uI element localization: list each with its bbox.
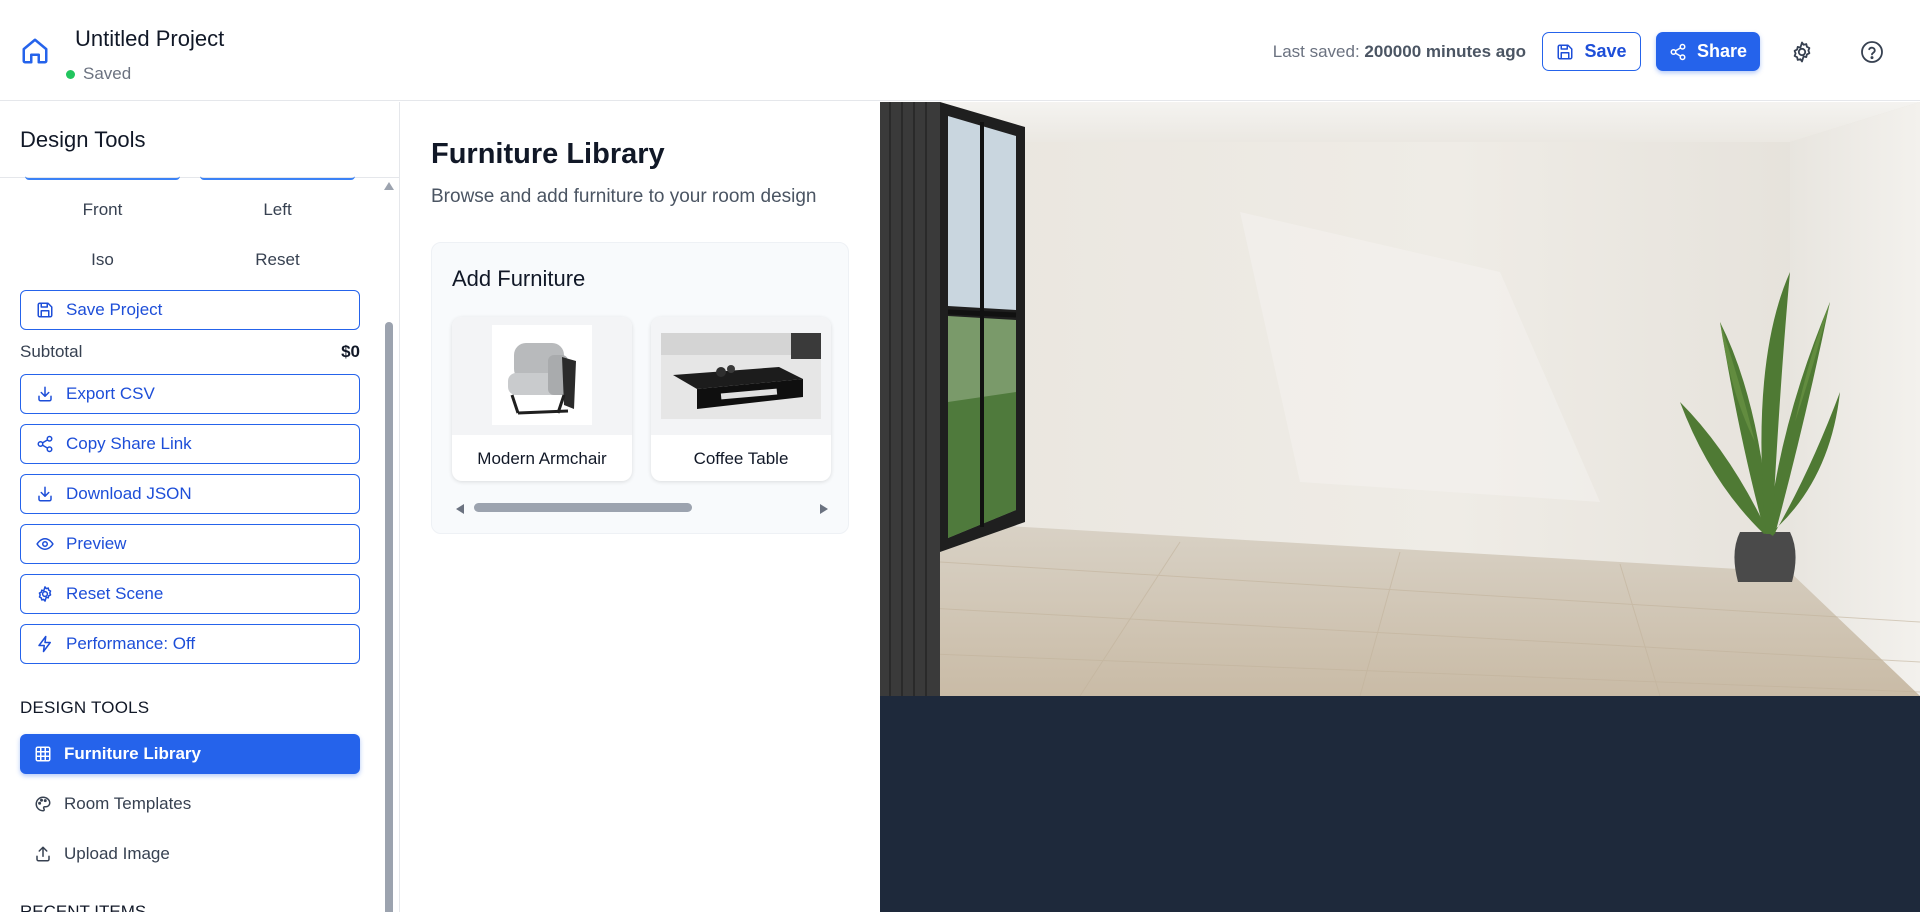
save-button-label: Save <box>1584 41 1627 61</box>
sidebar-scroll-thumb[interactable] <box>385 322 393 912</box>
share-icon <box>1670 43 1686 60</box>
save-project-button[interactable]: Save Project <box>20 290 360 330</box>
clipped-button-edge <box>25 176 180 180</box>
furniture-item-name: Coffee Table <box>693 449 789 468</box>
view-left-button[interactable]: Left <box>195 190 360 230</box>
save-status: Saved <box>66 64 131 84</box>
furniture-item-name: Modern Armchair <box>477 449 607 468</box>
nav-item-label: Upload Image <box>64 844 170 863</box>
horizontal-scroll-thumb[interactable] <box>474 503 692 512</box>
save-button[interactable]: Save <box>1542 32 1641 71</box>
preview-label: Preview <box>66 534 127 553</box>
add-furniture-card: Add Furniture Modern Armchair Coffee Tab… <box>431 242 849 534</box>
sidebar-title: Design Tools <box>20 127 146 152</box>
copy-share-link-label: Copy Share Link <box>66 434 192 453</box>
share-button[interactable]: Share <box>1656 32 1760 71</box>
top-header: Untitled Project Saved Last saved: 20000… <box>0 0 1920 101</box>
palette-icon <box>35 796 51 812</box>
gear-icon <box>1793 41 1811 63</box>
download-icon <box>38 386 52 402</box>
clipped-button-edge <box>200 176 355 180</box>
panel-title: Furniture Library <box>431 138 665 170</box>
nav-item-furniture-library[interactable]: Furniture Library <box>20 734 360 774</box>
export-csv-label: Export CSV <box>66 384 155 403</box>
help-button[interactable] <box>1856 36 1888 68</box>
armchair-image <box>492 325 592 425</box>
lightning-icon <box>38 635 51 653</box>
last-saved-label: Last saved: <box>1272 42 1360 61</box>
room-scene-image <box>880 102 1920 696</box>
subtotal-row: Subtotal $0 <box>20 342 360 362</box>
save-icon <box>1557 44 1573 59</box>
share-button-label: Share <box>1696 41 1748 61</box>
home-icon <box>22 38 48 64</box>
gear-icon <box>38 586 52 602</box>
scroll-left-arrow-icon[interactable] <box>456 504 464 514</box>
last-saved-text: Last saved: 200000 minutes ago <box>1273 42 1526 62</box>
furniture-thumbnail <box>452 317 632 435</box>
last-saved-value: 200000 minutes ago <box>1364 42 1526 61</box>
download-json-button[interactable]: Download JSON <box>20 474 360 514</box>
room-background-image <box>880 102 1920 696</box>
performance-toggle-button[interactable]: Performance: Off <box>20 624 360 664</box>
reset-scene-label: Reset Scene <box>66 584 164 603</box>
view-iso-button[interactable]: Iso <box>20 240 185 280</box>
settings-button[interactable] <box>1786 36 1818 68</box>
export-csv-button[interactable]: Export CSV <box>20 374 360 414</box>
share-icon <box>37 435 53 453</box>
preview-button[interactable]: Preview <box>20 524 360 564</box>
scroll-right-arrow-icon[interactable] <box>820 504 828 514</box>
eye-icon <box>36 537 54 551</box>
download-json-label: Download JSON <box>66 484 192 503</box>
view-reset-button[interactable]: Reset <box>195 240 360 280</box>
panel-subtitle: Browse and add furniture to your room de… <box>431 186 817 207</box>
view-front-button[interactable]: Front <box>20 190 185 230</box>
nav-item-label: Furniture Library <box>64 744 201 763</box>
project-title[interactable]: Untitled Project <box>75 26 224 52</box>
furniture-thumbnail <box>651 317 831 435</box>
room-viewport[interactable] <box>880 102 1920 912</box>
sidebar-scrollbar[interactable] <box>383 178 395 912</box>
subtotal-label: Subtotal <box>20 342 83 361</box>
reset-scene-button[interactable]: Reset Scene <box>20 574 360 614</box>
coffee-table-image <box>661 333 821 419</box>
nav-item-room-templates[interactable]: Room Templates <box>20 784 360 824</box>
design-tools-section-title: DESIGN TOOLS <box>20 698 150 717</box>
status-dot <box>66 69 75 79</box>
furniture-library-panel: Furniture Library Browse and add furnitu… <box>401 102 880 912</box>
save-status-label: Saved <box>83 64 132 83</box>
download-icon <box>38 486 52 502</box>
performance-label: Performance: Off <box>66 634 196 653</box>
help-icon <box>1861 41 1883 63</box>
home-button[interactable] <box>18 34 52 68</box>
grid-icon <box>35 746 51 762</box>
upload-icon <box>36 846 50 862</box>
nav-item-label: Room Templates <box>64 794 192 813</box>
scroll-up-arrow-icon[interactable] <box>384 182 394 190</box>
furniture-item-modern-armchair[interactable]: Modern Armchair <box>452 317 632 481</box>
design-tools-sidebar: Design Tools Front Left Iso Reset Save P… <box>0 102 400 912</box>
furniture-item-coffee-table[interactable]: Coffee Table <box>651 317 831 481</box>
save-project-label: Save Project <box>66 300 163 319</box>
nav-item-upload-image[interactable]: Upload Image <box>20 834 360 874</box>
furniture-horizontal-scrollbar[interactable] <box>454 501 830 515</box>
copy-share-link-button[interactable]: Copy Share Link <box>20 424 360 464</box>
save-icon <box>37 302 53 318</box>
add-furniture-title: Add Furniture <box>452 266 586 291</box>
recent-items-section-title: RECENT ITEMS <box>20 902 147 912</box>
subtotal-value: $0 <box>341 342 360 361</box>
